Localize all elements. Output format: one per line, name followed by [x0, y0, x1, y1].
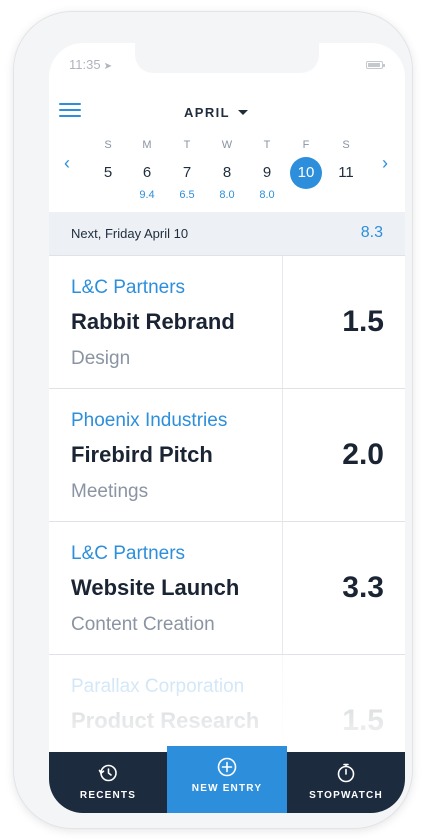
tab-new-entry[interactable]: NEW ENTRY: [167, 746, 287, 813]
entry-task: Design: [71, 348, 131, 369]
time-entry[interactable]: L&C Partners Website Launch Content Crea…: [49, 522, 405, 655]
day-name: S: [342, 139, 350, 151]
day-wednesday[interactable]: W 8 8.0: [210, 137, 244, 203]
status-time-text: 11:35: [69, 57, 101, 72]
day-name: S: [104, 139, 112, 151]
day-number: 7: [182, 164, 192, 181]
day-hours: 6.5: [179, 189, 195, 201]
month-dropdown[interactable]: APRIL: [184, 101, 248, 123]
app-screen: 11:35 ➤ APRIL ‹ S 5 M 6 9.4 T 7 6.5 W 8 …: [49, 43, 405, 813]
day-summary-bar: Next, Friday April 10 8.3: [49, 212, 405, 256]
time-entry[interactable]: L&C Partners Rabbit Rebrand Design 1.5: [49, 256, 405, 389]
day-number: 6: [142, 164, 152, 181]
day-name: W: [221, 139, 233, 151]
day-name: F: [302, 139, 310, 151]
menu-icon[interactable]: [59, 103, 81, 121]
entry-client: L&C Partners: [71, 277, 186, 298]
entry-project: Product Research: [71, 708, 260, 733]
entry-hours: 3.3: [342, 571, 384, 604]
time-entries-list: L&C Partners Rabbit Rebrand Design 1.5 P…: [49, 256, 405, 788]
entry-hours: 1.5: [342, 305, 384, 338]
day-saturday[interactable]: S 11: [329, 137, 363, 203]
entry-task: Content Creation: [71, 614, 215, 635]
tab-stopwatch-label: STOPWATCH: [309, 790, 383, 801]
day-number: 5: [103, 164, 113, 181]
entry-project: Firebird Pitch: [71, 442, 213, 467]
entry-project: Website Launch: [71, 575, 240, 600]
time-entry[interactable]: Phoenix Industries Firebird Pitch Meetin…: [49, 389, 405, 522]
tab-stopwatch[interactable]: STOPWATCH: [287, 752, 405, 813]
entry-divider: [282, 522, 283, 654]
tab-recents-label: RECENTS: [79, 790, 137, 801]
battery-icon: [366, 61, 385, 69]
day-name: T: [263, 139, 271, 151]
day-hours: [289, 189, 323, 203]
day-friday-selected[interactable]: F 10: [289, 137, 323, 203]
day-summary-label: Next, Friday April 10: [71, 226, 189, 241]
entry-project: Rabbit Rebrand: [71, 309, 235, 334]
day-hours: 9.4: [139, 189, 155, 201]
history-icon: [98, 764, 117, 782]
entry-task: Meetings: [71, 481, 149, 502]
chevron-left-icon[interactable]: ‹: [60, 154, 74, 172]
chevron-right-icon[interactable]: ›: [378, 154, 392, 172]
day-sunday[interactable]: S 5: [91, 137, 125, 203]
day-number: 9: [262, 164, 272, 181]
day-number: 11: [338, 164, 354, 181]
day-hours: [91, 189, 125, 203]
tab-recents[interactable]: RECENTS: [49, 752, 167, 813]
day-hours: [329, 189, 363, 203]
day-name: T: [183, 139, 191, 151]
day-total-hours: 8.3: [360, 224, 383, 241]
stopwatch-icon: [337, 763, 355, 783]
plus-circle-icon: [217, 757, 237, 777]
entry-client: Parallax Corporation: [71, 676, 245, 697]
entry-hours: 1.5: [342, 704, 384, 737]
entry-divider: [282, 256, 283, 388]
day-tuesday[interactable]: T 7 6.5: [170, 137, 204, 203]
day-name: M: [142, 139, 152, 151]
week-strip: ‹ S 5 M 6 9.4 T 7 6.5 W 8 8.0 T 9 8.0 F …: [49, 137, 405, 209]
month-label: APRIL: [184, 104, 230, 120]
device-frame: 11:35 ➤ APRIL ‹ S 5 M 6 9.4 T 7 6.5 W 8 …: [14, 12, 412, 828]
location-icon: ➤: [103, 61, 112, 72]
tab-new-entry-label: NEW ENTRY: [191, 783, 263, 794]
day-hours: 8.0: [219, 189, 235, 201]
day-hours: 8.0: [259, 189, 275, 201]
entry-client: L&C Partners: [71, 543, 186, 564]
day-number: 8: [222, 164, 232, 181]
entry-client: Phoenix Industries: [71, 410, 228, 431]
bottom-tab-bar: RECENTS NEW ENTRY STOPWATCH: [49, 746, 405, 813]
day-thursday[interactable]: T 9 8.0: [250, 137, 284, 203]
caret-down-icon: [238, 109, 248, 115]
device-notch: [135, 43, 319, 73]
status-time: 11:35 ➤: [69, 57, 112, 72]
entry-hours: 2.0: [342, 438, 384, 471]
status-bar: 11:35 ➤: [49, 43, 405, 87]
day-monday[interactable]: M 6 9.4: [130, 137, 164, 203]
entry-divider: [282, 389, 283, 521]
day-number: 10: [290, 157, 322, 189]
